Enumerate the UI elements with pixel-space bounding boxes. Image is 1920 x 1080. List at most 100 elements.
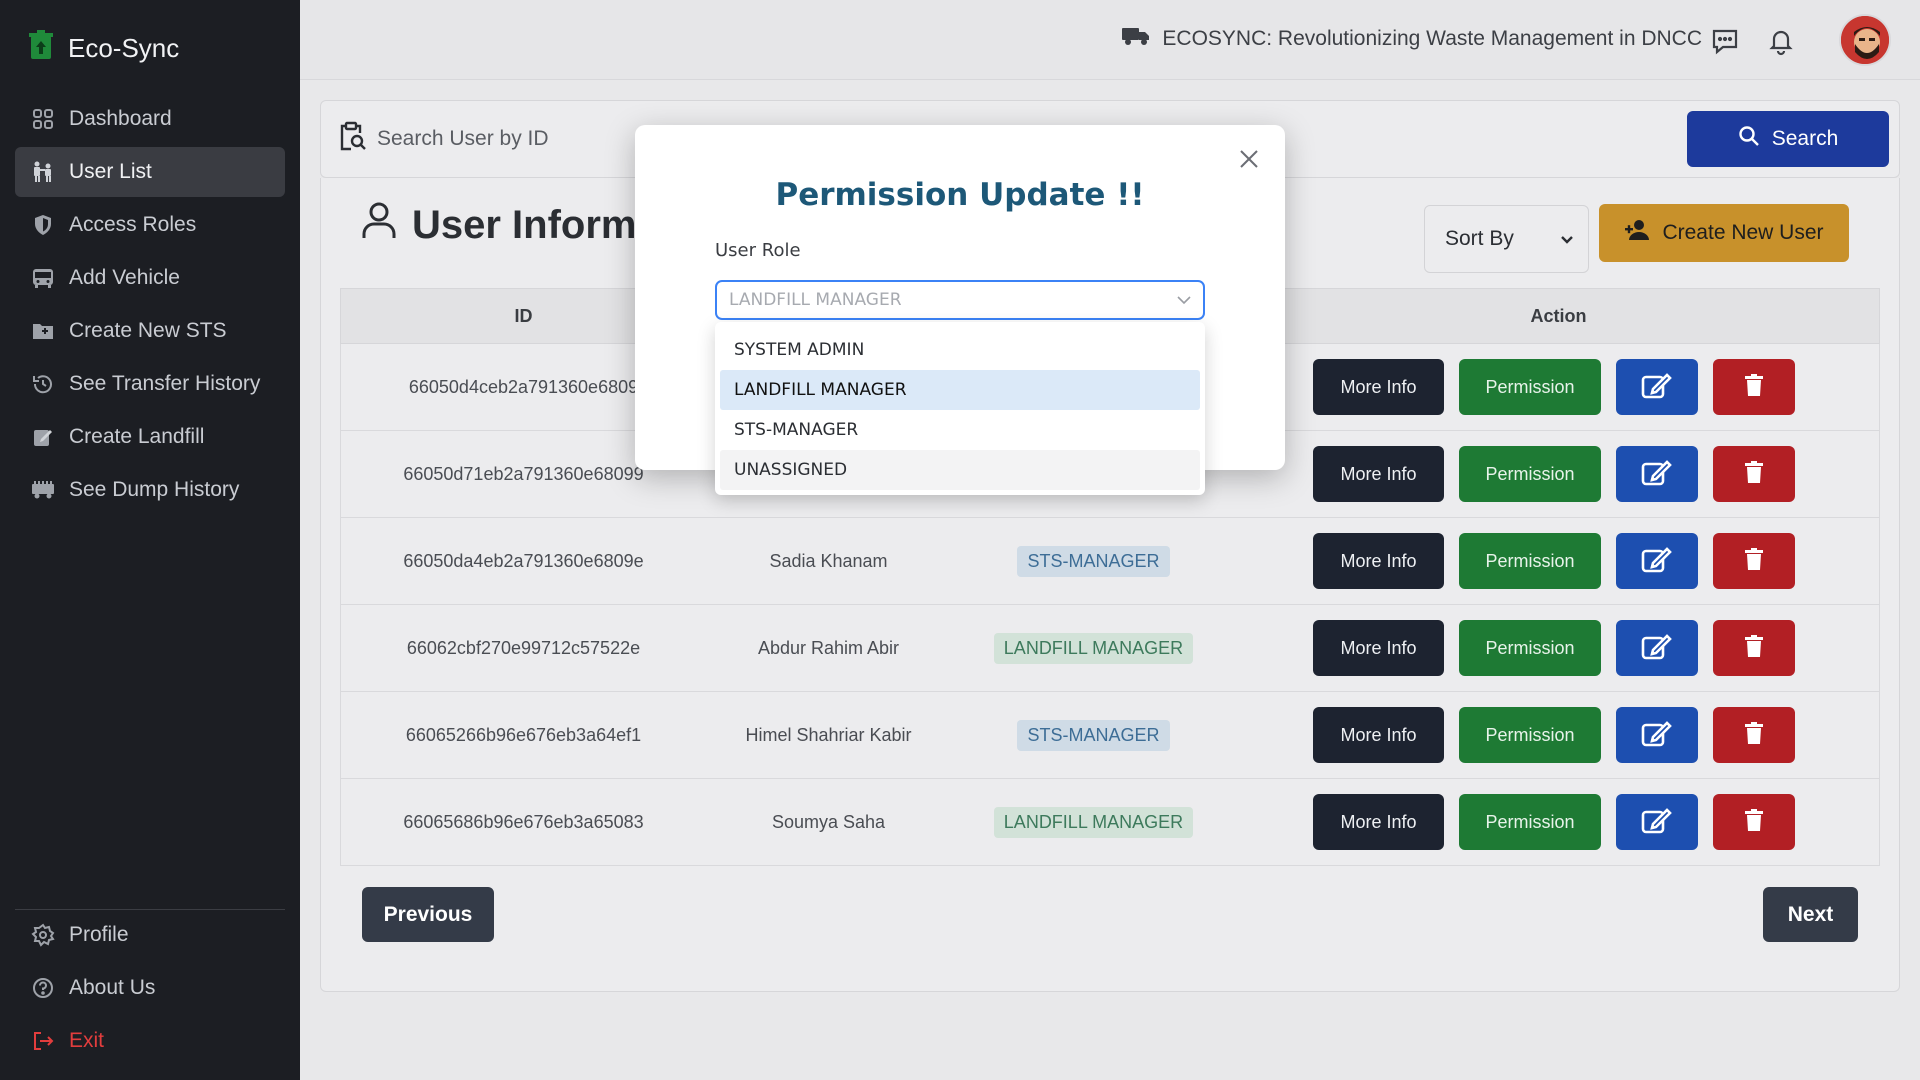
sidebar-item-label: Add Vehicle bbox=[69, 266, 180, 289]
table-row: 66062cbf270e99712c57522e Abdur Rahim Abi… bbox=[340, 605, 1880, 692]
edit-icon bbox=[1641, 545, 1673, 578]
search-input[interactable]: Search User by ID bbox=[339, 121, 549, 157]
permission-button[interactable]: Permission bbox=[1459, 794, 1601, 850]
edit-button[interactable] bbox=[1616, 446, 1698, 502]
permission-button[interactable]: Permission bbox=[1459, 446, 1601, 502]
chevron-down-icon bbox=[1560, 227, 1574, 251]
add-user-icon bbox=[1624, 219, 1650, 247]
more-info-button[interactable]: More Info bbox=[1313, 359, 1444, 415]
search-button-label: Search bbox=[1771, 127, 1839, 150]
sidebar-item-transfer-history[interactable]: See Transfer History bbox=[15, 359, 285, 409]
permission-button[interactable]: Permission bbox=[1459, 620, 1601, 676]
edit-button[interactable] bbox=[1616, 533, 1698, 589]
sidebar-item-add-vehicle[interactable]: Add Vehicle bbox=[15, 253, 285, 303]
search-placeholder: Search User by ID bbox=[377, 127, 549, 150]
user-id: 66065686b96e676eb3a65083 bbox=[403, 811, 644, 832]
edit-button[interactable] bbox=[1616, 794, 1698, 850]
user-role-select[interactable]: LANDFILL MANAGER bbox=[715, 280, 1205, 320]
close-icon[interactable] bbox=[1237, 147, 1261, 171]
edit-icon bbox=[1641, 632, 1673, 665]
dashboard-icon bbox=[31, 107, 55, 131]
delete-button[interactable] bbox=[1713, 620, 1795, 676]
delete-button[interactable] bbox=[1713, 707, 1795, 763]
user-name: Abdur Rahim Abir bbox=[757, 637, 900, 658]
sidebar-item-label: Create New STS bbox=[69, 319, 227, 342]
sidebar-item-dump-history[interactable]: See Dump History bbox=[15, 465, 285, 515]
sidebar-item-access-roles[interactable]: Access Roles bbox=[15, 200, 285, 250]
gear-icon bbox=[31, 923, 55, 947]
more-info-button[interactable]: More Info bbox=[1313, 707, 1444, 763]
question-icon bbox=[31, 976, 55, 1000]
row-actions: More Info Permission bbox=[1313, 779, 1795, 865]
delete-button[interactable] bbox=[1713, 794, 1795, 850]
edit-button[interactable] bbox=[1616, 707, 1698, 763]
row-actions: More Info Permission bbox=[1313, 518, 1795, 604]
permission-button[interactable]: Permission bbox=[1459, 707, 1601, 763]
chat-icon[interactable] bbox=[1710, 26, 1740, 56]
sidebar-item-label: See Dump History bbox=[69, 478, 240, 501]
next-button[interactable]: Next bbox=[1763, 887, 1858, 942]
chevron-down-icon bbox=[1177, 290, 1191, 310]
topbar: ECOSYNC: Revolutionizing Waste Managemen… bbox=[300, 0, 1920, 80]
previous-button[interactable]: Previous bbox=[362, 887, 494, 942]
page-title-text: User Informa bbox=[412, 202, 659, 247]
user-name: Sadia Khanam bbox=[769, 550, 888, 571]
sidebar-item-user-list[interactable]: User List bbox=[15, 147, 285, 197]
sidebar-item-create-landfill[interactable]: Create Landfill bbox=[15, 412, 285, 462]
sidebar-item-label: About Us bbox=[69, 976, 156, 999]
sidebar-item-create-sts[interactable]: Create New STS bbox=[15, 306, 285, 356]
table-row: 66050da4eb2a791360e6809e Sadia Khanam ST… bbox=[340, 518, 1880, 605]
permission-button[interactable]: Permission bbox=[1459, 533, 1601, 589]
history-icon bbox=[31, 372, 55, 396]
brand-name: Eco-Sync bbox=[68, 33, 180, 63]
role-badge: LANDFILL MANAGER bbox=[993, 806, 1194, 838]
sidebar-bottom-nav: Profile About Us Exit bbox=[15, 910, 285, 1069]
sidebar-item-profile[interactable]: Profile bbox=[15, 910, 285, 960]
trash-icon bbox=[1745, 460, 1763, 488]
sidebar-item-label: Access Roles bbox=[69, 213, 197, 236]
user-name: Himel Shahriar Kabir bbox=[745, 724, 912, 745]
brand[interactable]: Eco-Sync bbox=[28, 30, 179, 67]
edit-button[interactable] bbox=[1616, 359, 1698, 415]
user-name: Soumya Saha bbox=[771, 811, 886, 832]
delete-button[interactable] bbox=[1713, 359, 1795, 415]
trash-icon bbox=[1745, 373, 1763, 401]
truck-icon bbox=[1122, 26, 1150, 52]
permission-button[interactable]: Permission bbox=[1459, 359, 1601, 415]
sidebar-item-dashboard[interactable]: Dashboard bbox=[15, 94, 285, 144]
avatar[interactable] bbox=[1839, 14, 1891, 66]
edit-icon bbox=[1641, 371, 1673, 404]
table-row: 66065266b96e676eb3a64ef1 Himel Shahriar … bbox=[340, 692, 1880, 779]
user-role-selected-value: LANDFILL MANAGER bbox=[729, 290, 902, 310]
sidebar: Eco-Sync Dashboard User List Access Role… bbox=[0, 0, 300, 1080]
search-icon bbox=[1738, 125, 1760, 153]
role-option-landfill-manager[interactable]: LANDFILL MANAGER bbox=[720, 370, 1200, 410]
more-info-button[interactable]: More Info bbox=[1313, 446, 1444, 502]
trash-icon bbox=[1745, 634, 1763, 662]
search-button[interactable]: Search bbox=[1687, 111, 1889, 167]
create-new-user-button[interactable]: Create New User bbox=[1599, 204, 1849, 262]
delete-button[interactable] bbox=[1713, 446, 1795, 502]
row-actions: More Info Permission bbox=[1313, 605, 1795, 691]
trash-icon bbox=[1745, 808, 1763, 836]
sidebar-item-exit[interactable]: Exit bbox=[15, 1016, 285, 1066]
user-id: 66065266b96e676eb3a64ef1 bbox=[405, 724, 642, 745]
bell-icon[interactable] bbox=[1766, 26, 1796, 56]
sidebar-item-label: Profile bbox=[69, 923, 129, 946]
role-badge: STS-MANAGER bbox=[1017, 545, 1170, 577]
role-option-sts-manager[interactable]: STS-MANAGER bbox=[720, 410, 1200, 450]
role-option-system-admin[interactable]: SYSTEM ADMIN bbox=[720, 330, 1200, 370]
more-info-button[interactable]: More Info bbox=[1313, 533, 1444, 589]
sort-select[interactable]: Sort By bbox=[1424, 205, 1589, 273]
role-option-unassigned[interactable]: UNASSIGNED bbox=[720, 450, 1200, 490]
delete-button[interactable] bbox=[1713, 533, 1795, 589]
page-title: User Informa bbox=[360, 200, 659, 250]
sidebar-item-label: See Transfer History bbox=[69, 372, 261, 395]
sidebar-item-about-us[interactable]: About Us bbox=[15, 963, 285, 1013]
edit-button[interactable] bbox=[1616, 620, 1698, 676]
edit-square-icon bbox=[31, 425, 55, 449]
more-info-button[interactable]: More Info bbox=[1313, 794, 1444, 850]
more-info-button[interactable]: More Info bbox=[1313, 620, 1444, 676]
recycle-bin-icon bbox=[28, 30, 54, 67]
topbar-title: ECOSYNC: Revolutionizing Waste Managemen… bbox=[1122, 26, 1702, 52]
